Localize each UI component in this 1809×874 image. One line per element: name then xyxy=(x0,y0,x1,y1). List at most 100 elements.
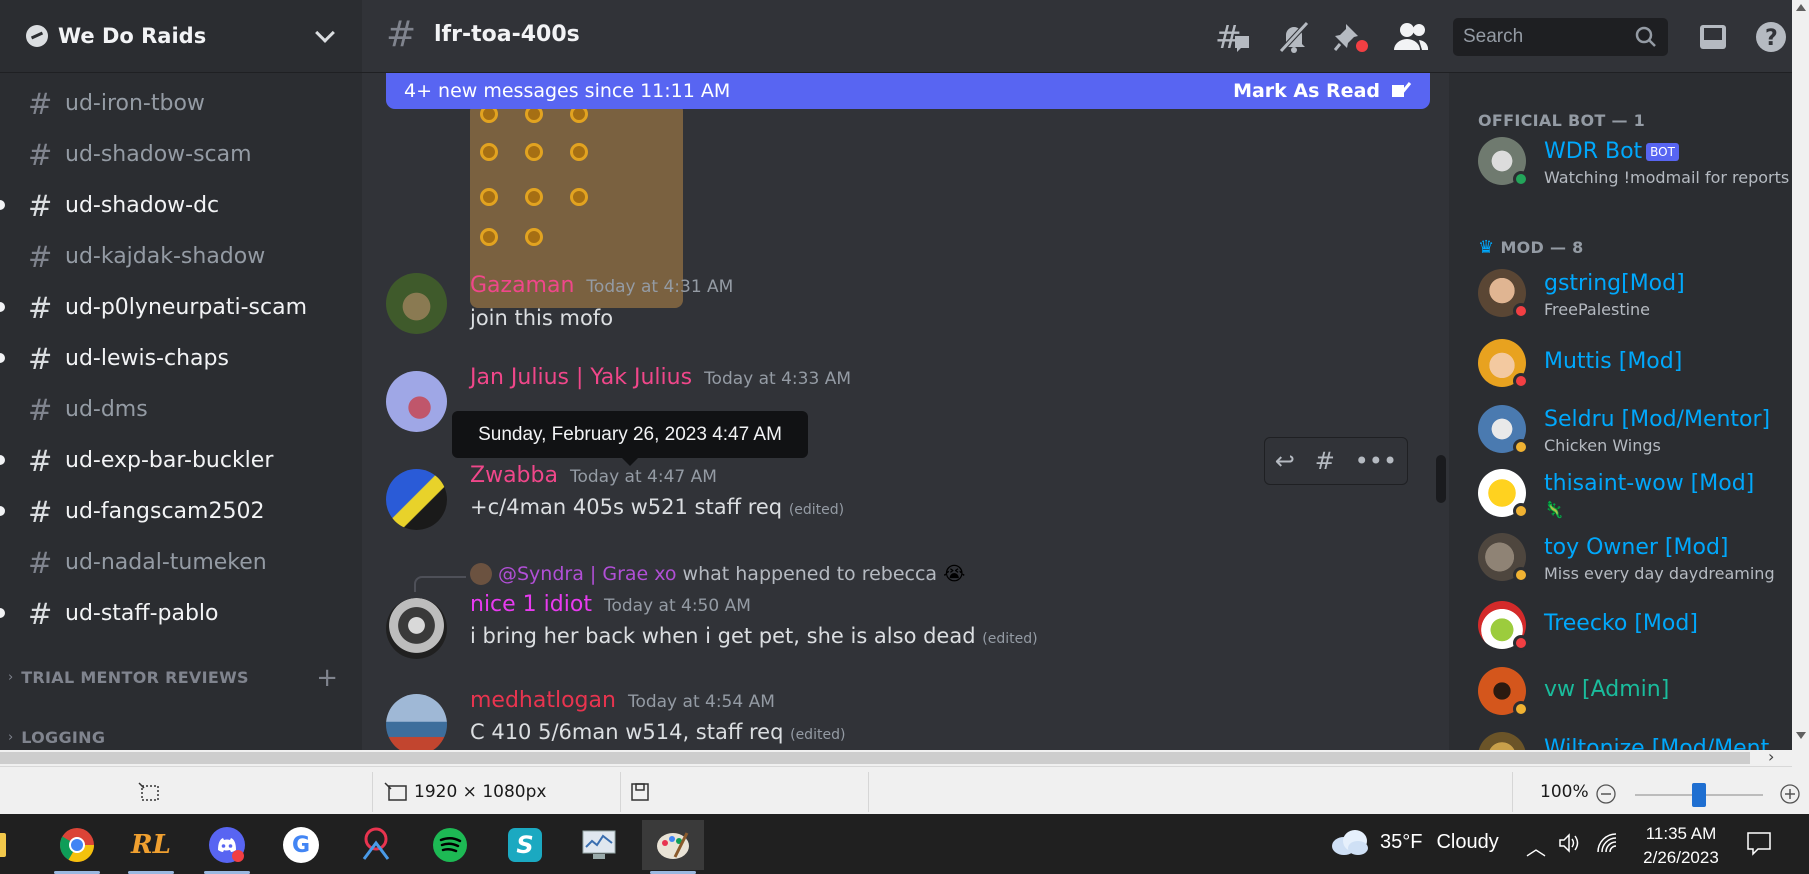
avatar xyxy=(1478,732,1526,750)
channel-item[interactable]: # ud-shadow-dc xyxy=(0,180,362,231)
chevron-down-icon[interactable] xyxy=(315,23,335,43)
performance-monitor-icon[interactable] xyxy=(568,820,630,870)
category-trial-mentor-reviews[interactable]: › TRIAL MENTOR REVIEWS + xyxy=(8,663,338,693)
chevron-up-icon[interactable]: ︿ xyxy=(1526,832,1546,861)
reply-preview[interactable]: @Syndra | Grae xo what happened to rebec… xyxy=(470,563,965,585)
message-timestamp[interactable]: Today at 4:33 AM xyxy=(704,369,851,389)
member-item[interactable]: Muttis [Mod] xyxy=(1478,335,1792,395)
member-item[interactable]: gstring[Mod] FreePalestine xyxy=(1478,265,1792,325)
channel-item[interactable]: # ud-iron-tbow xyxy=(0,78,362,129)
page-scrollbar[interactable] xyxy=(1792,0,1809,750)
avatar[interactable] xyxy=(386,694,447,750)
volume-icon[interactable] xyxy=(1558,832,1580,859)
network-icon[interactable] xyxy=(1596,832,1618,859)
new-messages-text: 4+ new messages since 11:11 AM xyxy=(404,80,731,102)
member-item[interactable]: toy Owner [Mod] Miss every day daydreami… xyxy=(1478,529,1792,589)
more-options-icon[interactable]: ••• xyxy=(1355,447,1397,475)
channel-label: ud-staff-pablo xyxy=(65,601,219,626)
divider xyxy=(1512,772,1513,812)
message-author[interactable]: Jan Julius | Yak Julius xyxy=(470,365,692,390)
mark-as-read-button[interactable]: Mark As Read xyxy=(1233,80,1412,102)
scroll-right-icon[interactable]: › xyxy=(1768,747,1774,766)
notifications-icon[interactable] xyxy=(1746,830,1772,861)
chrome-icon[interactable] xyxy=(46,820,108,874)
channel-item[interactable]: # ud-exp-bar-buckler xyxy=(0,435,362,486)
mute-bell-icon[interactable] xyxy=(1277,20,1313,54)
channel-label: ud-lewis-chaps xyxy=(65,346,229,371)
channel-item[interactable]: # ud-lewis-chaps xyxy=(0,333,362,384)
message-timestamp[interactable]: Today at 4:31 AM xyxy=(586,277,733,297)
surfshark-icon[interactable]: S xyxy=(494,820,556,870)
message-timestamp[interactable]: Today at 4:54 AM xyxy=(628,692,775,712)
member-item[interactable]: vw [Admin] xyxy=(1478,663,1792,723)
member-status-text: 🦎 xyxy=(1544,500,1564,519)
channel-item[interactable]: # ud-kajdak-shadow xyxy=(0,231,362,282)
crown-icon: ♛ xyxy=(1478,237,1495,258)
hash-icon: # xyxy=(386,14,417,55)
paint-icon[interactable] xyxy=(642,820,704,874)
message-author[interactable]: Zwabba xyxy=(470,463,558,488)
reply-icon[interactable]: ↩ xyxy=(1275,447,1295,475)
member-item[interactable]: Wiltonize [Mod/Ment xyxy=(1478,728,1792,750)
zoom-slider-thumb[interactable] xyxy=(1692,783,1706,807)
member-item[interactable]: Seldru [Mod/Mentor] Chicken Wings xyxy=(1478,401,1792,461)
channel-item[interactable]: # ud-shadow-scam xyxy=(0,129,362,180)
message-author[interactable]: medhatlogan xyxy=(470,688,616,713)
avatar[interactable] xyxy=(386,371,447,432)
channel-item[interactable]: # ud-fangscam2502 xyxy=(0,486,362,537)
message-timestamp[interactable]: Today at 4:47 AM xyxy=(570,467,717,487)
server-header[interactable]: We Do Raids xyxy=(0,0,362,73)
member-item[interactable]: thisaint-wow [Mod] 🦎 xyxy=(1478,465,1792,525)
member-item[interactable]: WDR Bot BOT Watching !modmail for reports xyxy=(1478,133,1792,193)
new-messages-bar[interactable]: 4+ new messages since 11:11 AM Mark As R… xyxy=(386,73,1430,109)
divider xyxy=(372,772,373,812)
runelite-icon[interactable]: RL xyxy=(120,820,182,874)
message-text: i bring her back when i get pet, she is … xyxy=(470,624,976,648)
create-thread-icon[interactable]: # xyxy=(1315,447,1335,475)
reply-text: what happened to rebecca xyxy=(682,563,938,585)
zoom-in-icon[interactable] xyxy=(1780,784,1800,804)
threads-icon[interactable]: # xyxy=(1215,18,1251,56)
scroll-up-icon[interactable] xyxy=(1796,4,1806,11)
google-app-icon[interactable]: G xyxy=(270,820,332,870)
status-online-icon xyxy=(1513,171,1529,187)
weather-widget[interactable]: 35°F Cloudy xyxy=(1330,828,1499,856)
pin-icon[interactable] xyxy=(1333,20,1370,54)
channel-item[interactable]: # ud-nadal-tumeken xyxy=(0,537,362,588)
category-label: TRIAL MENTOR REVIEWS xyxy=(21,668,249,687)
avatar[interactable] xyxy=(386,469,447,530)
inbox-icon[interactable] xyxy=(1697,20,1733,54)
message-text: join this mofo xyxy=(470,306,614,330)
category-logging[interactable]: › LOGGING xyxy=(8,728,338,747)
message-timestamp[interactable]: Today at 4:50 AM xyxy=(604,596,751,616)
channel-sidebar: We Do Raids # ud-iron-tbow # ud-shadow-sca… xyxy=(0,0,362,750)
taskbar-clock[interactable]: 11:35 AM 2/26/2023 xyxy=(1626,822,1736,870)
channel-item[interactable]: # ud-dms xyxy=(0,384,362,435)
message-scrollbar[interactable] xyxy=(1436,455,1446,503)
message-author[interactable]: Gazaman xyxy=(470,273,574,298)
scroll-down-icon[interactable] xyxy=(1796,732,1806,739)
unread-indicator xyxy=(0,608,5,618)
zoom-out-icon[interactable] xyxy=(1596,784,1616,804)
member-list-icon[interactable] xyxy=(1393,20,1429,54)
channel-item[interactable]: # ud-p0lyneurpati-scam xyxy=(0,282,362,333)
hash-icon: # xyxy=(28,596,53,631)
spotify-icon[interactable] xyxy=(419,820,481,870)
reply-mention[interactable]: @Syndra | Grae xo xyxy=(498,563,677,585)
discord-icon[interactable] xyxy=(196,820,258,874)
scrollbar-thumb[interactable] xyxy=(0,752,1750,764)
snipping-tool-icon[interactable] xyxy=(345,820,407,870)
member-status-text: FreePalestine xyxy=(1544,300,1651,319)
file-explorer-icon[interactable] xyxy=(0,820,22,870)
svg-text:?: ? xyxy=(1765,26,1778,51)
channel-item[interactable]: # ud-staff-pablo xyxy=(0,588,362,639)
selection-icon xyxy=(138,782,160,802)
member-item[interactable]: Treecko [Mod] xyxy=(1478,597,1792,657)
help-icon[interactable]: ? xyxy=(1754,20,1790,54)
add-channel-icon[interactable]: + xyxy=(316,663,338,693)
avatar[interactable] xyxy=(386,598,447,659)
clock-date: 2/26/2023 xyxy=(1643,848,1719,867)
message-author[interactable]: nice 1 idiot xyxy=(470,592,592,617)
horizontal-scrollbar[interactable]: › xyxy=(0,747,1792,767)
avatar[interactable] xyxy=(386,273,447,334)
